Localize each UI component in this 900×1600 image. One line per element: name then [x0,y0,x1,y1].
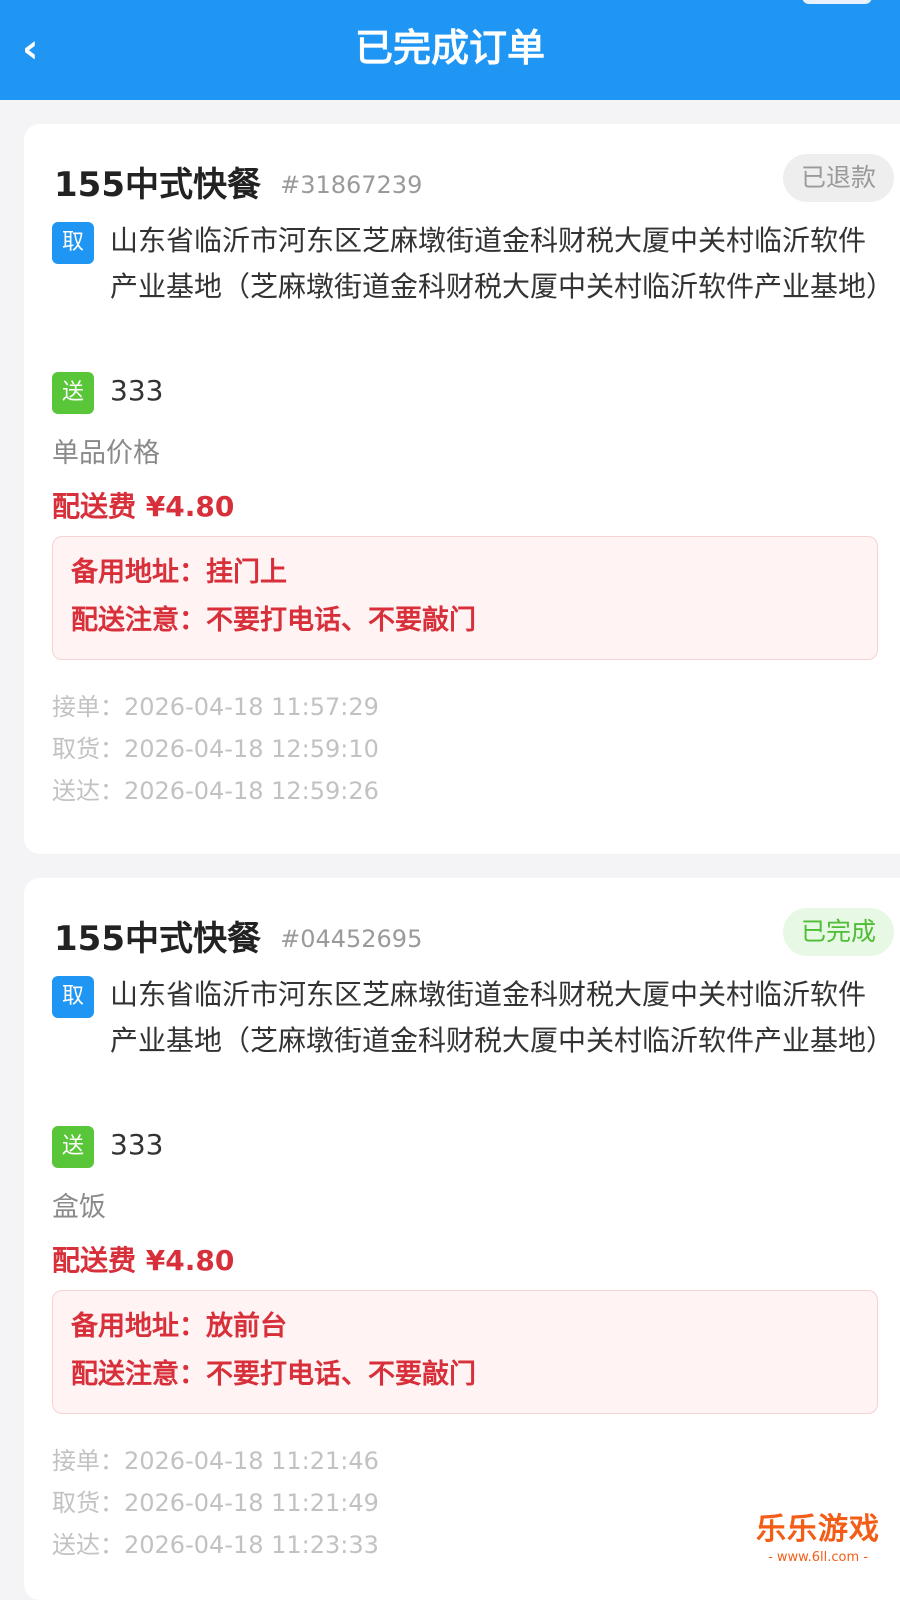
delivered-time: 送达：2026-04-18 12:59:26 [52,772,379,810]
delivery-tag-icon: 送 [52,1126,94,1168]
delivered-label: 送达： [52,777,124,805]
picked-value: 2026-04-18 12:59:10 [124,735,379,763]
shop-row: 155中式快餐 #31867239 [54,160,422,210]
order-card[interactable]: 155中式快餐 #04452695 已完成 取 山东省临沂市河东区芝麻墩街道金科… [24,878,900,1600]
item-name: 单品价格 [52,438,160,469]
alt-address-line: 备用地址：放前台 [71,1307,287,1347]
accepted-label: 接单： [52,693,124,721]
alt-address-value: 挂门上 [206,557,287,588]
picked-value: 2026-04-18 11:21:49 [124,1489,379,1517]
order-number: #04452695 [280,925,423,953]
picked-label: 取货： [52,1489,124,1517]
alt-address-label: 备用地址： [71,1311,206,1342]
note-box: 备用地址：挂门上 配送注意：不要打电话、不要敲门 [52,536,878,660]
picked-label: 取货： [52,735,124,763]
order-card[interactable]: 155中式快餐 #31867239 已退款 取 山东省临沂市河东区芝麻墩街道金科… [24,124,900,854]
alt-address-line: 备用地址：挂门上 [71,553,287,593]
pickup-address: 山东省临沂市河东区芝麻墩街道金科财税大厦中关村临沂软件产业基地（芝麻墩街道金科财… [110,224,895,303]
delivery-note-value: 不要打电话、不要敲门 [206,1359,476,1390]
delivered-time: 送达：2026-04-18 11:23:33 [52,1526,379,1564]
order-number: #31867239 [280,171,423,199]
picked-time: 取货：2026-04-18 12:59:10 [52,730,379,768]
site-watermark: 乐乐游戏 - www.6ll.com - [756,1510,880,1566]
delivery-note-label: 配送注意： [71,605,206,636]
alt-address-label: 备用地址： [71,557,206,588]
accepted-time: 接单：2026-04-18 11:57:29 [52,688,379,726]
accepted-time: 接单：2026-04-18 11:21:46 [52,1442,379,1480]
watermark-text: 乐乐游戏 [756,1512,880,1547]
delivery-tag-icon: 送 [52,372,94,414]
status-badge: 已退款 [782,154,894,202]
app-header: ‹ 已完成订单 [0,0,900,100]
accepted-value: 2026-04-18 11:57:29 [124,693,379,721]
status-indicator [802,0,872,4]
page-title: 已完成订单 [354,26,545,70]
delivery-note-line: 配送注意：不要打电话、不要敲门 [71,1355,476,1395]
delivery-address: 333 [110,1128,164,1161]
pickup-tag-icon: 取 [52,976,94,1018]
watermark-url: - www.6ll.com - [768,1550,868,1565]
delivered-value: 2026-04-18 11:23:33 [124,1531,379,1559]
accepted-value: 2026-04-18 11:21:46 [124,1447,379,1475]
shop-row: 155中式快餐 #04452695 [54,914,422,964]
pickup-address: 山东省临沂市河东区芝麻墩街道金科财税大厦中关村临沂软件产业基地（芝麻墩街道金科财… [110,978,895,1057]
delivery-note-label: 配送注意： [71,1359,206,1390]
note-box: 备用地址：放前台 配送注意：不要打电话、不要敲门 [52,1290,878,1414]
shop-name: 155中式快餐 [54,919,261,959]
delivered-value: 2026-04-18 12:59:26 [124,777,379,805]
pickup-tag-icon: 取 [52,222,94,264]
accepted-label: 接单： [52,1447,124,1475]
shop-name: 155中式快餐 [54,165,261,205]
delivered-label: 送达： [52,1531,124,1559]
picked-time: 取货：2026-04-18 11:21:49 [52,1484,379,1522]
delivery-fee: 配送费 ¥4.80 [52,490,235,523]
status-badge: 已完成 [782,908,894,956]
delivery-fee: 配送费 ¥4.80 [52,1244,235,1277]
delivery-note-line: 配送注意：不要打电话、不要敲门 [71,601,476,641]
delivery-note-value: 不要打电话、不要敲门 [206,605,476,636]
item-name: 盒饭 [52,1192,106,1223]
delivery-address: 333 [110,374,164,407]
alt-address-value: 放前台 [206,1311,287,1342]
